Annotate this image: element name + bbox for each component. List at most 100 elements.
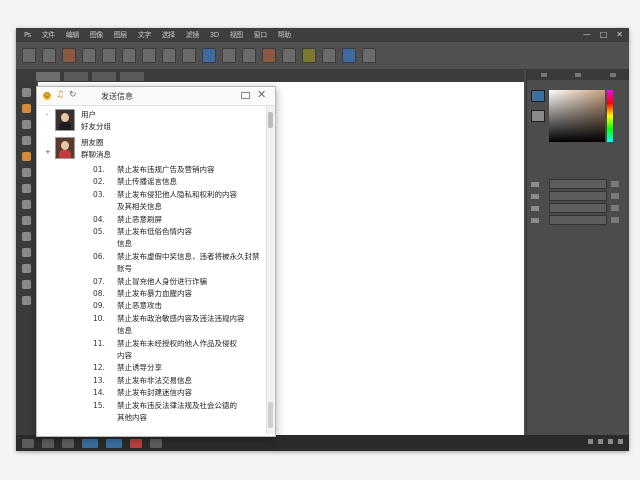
shape-tool-icon[interactable] (322, 48, 336, 63)
rule-text: 及其相关信息 (117, 202, 162, 212)
foreground-swatch[interactable] (531, 90, 545, 102)
refresh-icon[interactable]: ↻ (69, 90, 77, 100)
menu-item-window[interactable]: 窗口 (254, 30, 268, 40)
scrollbar-thumb[interactable] (268, 112, 273, 128)
menu-bar: Ps 文件 编辑 图像 图层 文字 选择 滤镜 3D 视图 窗口 帮助 — □ … (16, 28, 629, 42)
eraser-icon[interactable] (182, 48, 196, 63)
menu-item-file[interactable]: 文件 (42, 30, 56, 40)
panel-field[interactable] (549, 179, 607, 189)
stamp-tool-icon[interactable] (142, 48, 156, 63)
blur-icon[interactable] (222, 48, 236, 63)
avatar[interactable] (55, 137, 75, 159)
maximize-icon[interactable]: □ (600, 30, 608, 39)
user-subname: 群聊消息 (81, 150, 111, 159)
crop-tool-icon[interactable] (82, 48, 96, 63)
menu-item-type[interactable]: 文字 (138, 30, 152, 40)
panel-field[interactable] (549, 191, 607, 201)
marquee-tool-icon[interactable] (42, 48, 56, 63)
pen-tool-icon[interactable] (262, 48, 276, 63)
document-tab[interactable] (92, 72, 116, 81)
menu-item-app[interactable]: Ps (24, 31, 31, 39)
taskbar-item-active[interactable] (82, 438, 98, 448)
document-tab[interactable] (64, 72, 88, 81)
taskbar-item[interactable] (150, 438, 162, 448)
tray-icon[interactable] (608, 439, 613, 444)
tool-icon[interactable] (21, 296, 31, 305)
history-brush-icon[interactable] (162, 48, 176, 63)
taskbar-item[interactable] (62, 438, 74, 448)
brush-tool-icon[interactable] (122, 48, 136, 63)
tool-icon[interactable] (21, 232, 31, 241)
panel-field[interactable] (549, 203, 607, 213)
tool-icon[interactable] (21, 120, 31, 129)
close-button[interactable]: ✕ (257, 88, 266, 101)
hue-slider[interactable] (607, 90, 613, 142)
menu-item-edit[interactable]: 编辑 (66, 30, 80, 40)
tool-icon[interactable] (21, 184, 31, 193)
close-icon[interactable]: ✕ (616, 30, 623, 39)
tool-icon[interactable] (21, 248, 31, 257)
dodge-icon[interactable] (242, 48, 256, 63)
tool-icon[interactable] (21, 264, 31, 273)
smile-icon[interactable]: ☺ (43, 92, 51, 100)
type-tool-icon[interactable] (282, 48, 296, 63)
menu-item-image[interactable]: 图像 (90, 30, 104, 40)
tray-icon[interactable] (588, 439, 593, 444)
rule-line: 01. 禁止发布违规广告及营销内容 (93, 164, 215, 175)
menu-item-view[interactable]: 视图 (230, 30, 244, 40)
panel-slider[interactable] (611, 193, 619, 199)
tool-icon[interactable] (21, 200, 31, 209)
minimize-button[interactable] (241, 92, 250, 99)
rule-text: 禁止发布侵犯他人隐私和权利的内容 (117, 189, 237, 199)
tool-icon[interactable] (21, 88, 31, 97)
tray-icon[interactable] (618, 439, 623, 444)
start-icon[interactable] (22, 438, 34, 448)
taskbar-item-active[interactable] (106, 438, 122, 448)
tool-icon[interactable] (21, 152, 31, 161)
zoom-tool-icon[interactable] (362, 48, 376, 63)
document-tab[interactable] (36, 72, 60, 81)
panel-field[interactable] (549, 215, 607, 225)
rule-text: 禁止发布低俗色情内容 (117, 227, 192, 236)
panel-slider[interactable] (611, 217, 619, 223)
taskbar-item[interactable] (130, 438, 142, 448)
rule-text: 禁止发布违规广告及营销内容 (117, 165, 215, 174)
menu-item-select[interactable]: 选择 (162, 30, 176, 40)
rule-text: 禁止发布违反法律法规及社会公德的 (117, 400, 237, 410)
user-name[interactable]: 朋友圈 (81, 137, 104, 148)
document-tab[interactable] (120, 72, 144, 81)
dialog-content: ◦ 用户 好友分组 + 朋友圈 群聊消息 01. 禁止发布违规广告及营销内容 02.… (37, 106, 275, 434)
eyedropper-icon[interactable] (102, 48, 116, 63)
gradient-icon[interactable] (202, 48, 216, 63)
move-tool-icon[interactable] (22, 48, 36, 63)
tool-icon[interactable] (21, 280, 31, 289)
rule-number: 04. (93, 214, 105, 224)
menu-item-help[interactable]: 帮助 (278, 30, 292, 40)
dialog-scrollbar[interactable] (266, 106, 275, 434)
rule-text: 禁止发布虚假中奖信息，违者将被永久封禁 (117, 251, 260, 261)
panel-slider[interactable] (611, 205, 619, 211)
tool-icon[interactable] (21, 168, 31, 177)
user-name[interactable]: 用户 (81, 109, 96, 120)
minimize-icon[interactable]: — (583, 30, 591, 39)
scrollbar-track-end[interactable] (268, 402, 273, 428)
tray-icon[interactable] (598, 439, 603, 444)
menu-item-filter[interactable]: 滤镜 (186, 30, 200, 40)
avatar[interactable] (55, 109, 75, 131)
rule-text: 禁止发布政治敏感内容及违法违规内容 (117, 313, 245, 323)
bell-icon[interactable]: ♫ (56, 90, 64, 100)
panel-slider[interactable] (611, 181, 619, 187)
path-select-icon[interactable] (302, 48, 316, 63)
menu-item-3d[interactable]: 3D (210, 31, 219, 39)
tool-icon[interactable] (21, 216, 31, 225)
lasso-tool-icon[interactable] (62, 48, 76, 63)
hand-tool-icon[interactable] (342, 48, 356, 63)
tool-icon[interactable] (21, 104, 31, 113)
color-picker-field[interactable] (549, 90, 605, 142)
background-swatch[interactable] (531, 110, 545, 122)
tool-icon[interactable] (21, 136, 31, 145)
rule-text: 禁止恶意刷屏 (117, 214, 162, 224)
rule-number: 01. (93, 165, 105, 174)
taskbar-item[interactable] (42, 438, 54, 448)
menu-item-layer[interactable]: 图层 (114, 30, 128, 40)
